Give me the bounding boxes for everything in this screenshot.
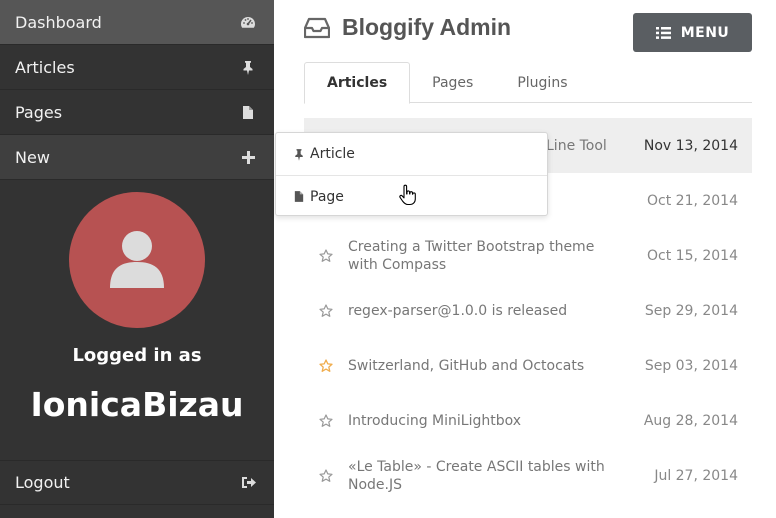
article-title[interactable]: «Le Table» - Create ASCII tables with No… (348, 458, 634, 494)
menu-button[interactable]: MENU (633, 13, 752, 52)
article-date: Sep 29, 2014 (644, 302, 738, 319)
table-row[interactable]: «Le Table» - Create ASCII tables with No… (304, 448, 752, 503)
sidebar-item-label: Pages (15, 102, 63, 122)
article-title[interactable]: Creating a Twitter Bootstrap theme with … (348, 238, 634, 274)
tab-articles[interactable]: Articles (304, 62, 411, 104)
file-icon (294, 191, 304, 202)
table-row[interactable]: regex-parser@1.0.0 is released Sep 29, 2… (304, 283, 752, 338)
sidebar-item-label: New (15, 147, 50, 167)
sidebar-item-label: Articles (15, 57, 75, 77)
logout-label: Logout (15, 473, 70, 492)
table-row[interactable]: Creating a Twitter Bootstrap theme with … (304, 228, 752, 283)
dropdown-item-label: Page (310, 188, 344, 205)
article-date: Aug 28, 2014 (643, 412, 738, 429)
tab-bar: Articles Pages Plugins (304, 62, 752, 104)
dashboard-icon (240, 14, 256, 30)
dropdown-item-label: Article (310, 146, 355, 162)
article-title[interactable]: Switzerland, GitHub and Octocats (348, 357, 634, 375)
menu-button-label: MENU (680, 24, 730, 41)
article-date: Oct 15, 2014 (647, 247, 738, 264)
list-icon (655, 26, 671, 39)
article-date: Nov 13, 2014 (643, 137, 738, 154)
sidebar-item-dashboard[interactable]: Dashboard (0, 0, 274, 45)
logout-button[interactable]: Logout (0, 460, 274, 505)
star-icon[interactable] (304, 248, 348, 263)
logged-in-label: Logged in as (72, 345, 202, 366)
star-icon[interactable] (304, 358, 348, 373)
table-row[interactable]: Introducing MiniLightbox Aug 28, 2014 (304, 393, 752, 448)
app-title: Bloggify Admin (342, 14, 512, 40)
dropdown-item-article[interactable]: Article (276, 133, 547, 175)
article-title[interactable]: Introducing MiniLightbox (348, 412, 634, 430)
plus-icon (240, 149, 256, 165)
star-icon[interactable] (304, 303, 348, 318)
username: IonicaBizau (30, 385, 244, 424)
pin-icon (240, 59, 256, 75)
sidebar-item-pages[interactable]: Pages (0, 90, 274, 135)
file-icon (240, 104, 256, 120)
tab-plugins[interactable]: Plugins (495, 62, 589, 103)
sidebar-item-articles[interactable]: Articles (0, 45, 274, 90)
user-icon (110, 231, 164, 288)
inbox-icon (304, 17, 330, 38)
sidebar: Dashboard Articles Pages New Logged in a… (0, 0, 274, 518)
sign-out-icon (240, 475, 256, 491)
star-icon[interactable] (304, 468, 348, 483)
article-date: Jul 27, 2014 (654, 467, 738, 484)
article-title[interactable]: regex-parser@1.0.0 is released (348, 302, 634, 320)
tab-pages[interactable]: Pages (410, 62, 495, 103)
pin-icon (295, 148, 303, 161)
article-date: Sep 03, 2014 (644, 357, 738, 374)
table-row[interactable]: Switzerland, GitHub and Octocats Sep 03,… (304, 338, 752, 393)
hand-cursor-icon (399, 184, 416, 206)
avatar (69, 192, 205, 328)
star-icon[interactable] (304, 413, 348, 428)
sidebar-item-label: Dashboard (15, 12, 102, 32)
main-content: Bloggify Admin MENU Articles Pages Plugi… (274, 0, 776, 518)
sidebar-item-new[interactable]: New (0, 135, 274, 180)
brand: Bloggify Admin (304, 14, 511, 41)
article-date: Oct 21, 2014 (647, 192, 738, 209)
